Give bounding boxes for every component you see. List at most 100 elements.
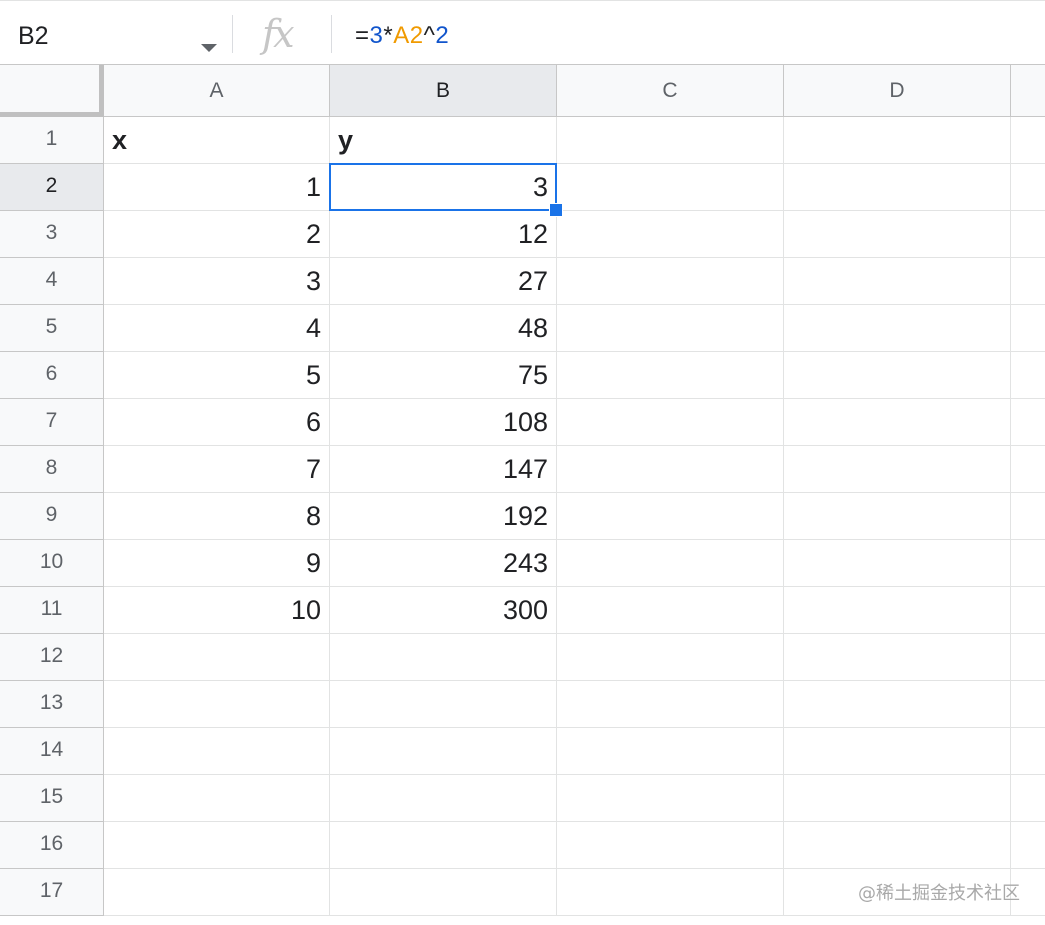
column-header-c[interactable]: C [557, 65, 784, 117]
cell-c11[interactable] [557, 587, 784, 634]
cell-d14[interactable] [784, 728, 1011, 775]
cell-c9[interactable] [557, 493, 784, 540]
cell-a8[interactable]: 7 [104, 446, 330, 493]
cell-b10[interactable]: 243 [330, 540, 557, 587]
cell-e12[interactable] [1011, 634, 1045, 681]
cell-c2[interactable] [557, 164, 784, 211]
cell-e14[interactable] [1011, 728, 1045, 775]
cell-c10[interactable] [557, 540, 784, 587]
cell-a14[interactable] [104, 728, 330, 775]
cell-d5[interactable] [784, 305, 1011, 352]
cell-d11[interactable] [784, 587, 1011, 634]
cell-e13[interactable] [1011, 681, 1045, 728]
cell-b16[interactable] [330, 822, 557, 869]
cell-a7[interactable]: 6 [104, 399, 330, 446]
formula-input[interactable]: =3*A2^2 [355, 22, 449, 50]
row-header-8[interactable]: 8 [0, 446, 104, 493]
row-header-1[interactable]: 1 [0, 117, 104, 164]
cell-e8[interactable] [1011, 446, 1045, 493]
dropdown-arrow-icon[interactable] [201, 44, 217, 52]
cell-e11[interactable] [1011, 587, 1045, 634]
cell-a3[interactable]: 2 [104, 211, 330, 258]
cell-e5[interactable] [1011, 305, 1045, 352]
row-header-17[interactable]: 17 [0, 869, 104, 916]
cell-b14[interactable] [330, 728, 557, 775]
cell-b6[interactable]: 75 [330, 352, 557, 399]
cell-c13[interactable] [557, 681, 784, 728]
cell-b5[interactable]: 48 [330, 305, 557, 352]
cell-c17[interactable] [557, 869, 784, 916]
cell-d16[interactable] [784, 822, 1011, 869]
cell-d7[interactable] [784, 399, 1011, 446]
cell-c14[interactable] [557, 728, 784, 775]
cell-c5[interactable] [557, 305, 784, 352]
column-header-e[interactable] [1011, 65, 1045, 117]
cell-b4[interactable]: 27 [330, 258, 557, 305]
cell-a17[interactable] [104, 869, 330, 916]
row-header-13[interactable]: 13 [0, 681, 104, 728]
cell-e10[interactable] [1011, 540, 1045, 587]
cell-a1[interactable]: x [104, 117, 330, 164]
cell-e9[interactable] [1011, 493, 1045, 540]
cell-b1[interactable]: y [330, 117, 557, 164]
cell-a6[interactable]: 5 [104, 352, 330, 399]
cell-b17[interactable] [330, 869, 557, 916]
cell-d1[interactable] [784, 117, 1011, 164]
row-header-6[interactable]: 6 [0, 352, 104, 399]
row-header-15[interactable]: 15 [0, 775, 104, 822]
cell-c4[interactable] [557, 258, 784, 305]
cell-b11[interactable]: 300 [330, 587, 557, 634]
cell-d12[interactable] [784, 634, 1011, 681]
row-header-11[interactable]: 11 [0, 587, 104, 634]
cell-b3[interactable]: 12 [330, 211, 557, 258]
cell-b8[interactable]: 147 [330, 446, 557, 493]
cell-b7[interactable]: 108 [330, 399, 557, 446]
cell-b2[interactable]: 3 [330, 164, 557, 211]
cell-c12[interactable] [557, 634, 784, 681]
cell-c1[interactable] [557, 117, 784, 164]
cell-e4[interactable] [1011, 258, 1045, 305]
cell-a13[interactable] [104, 681, 330, 728]
row-header-7[interactable]: 7 [0, 399, 104, 446]
column-header-d[interactable]: D [784, 65, 1011, 117]
cell-e2[interactable] [1011, 164, 1045, 211]
cell-a9[interactable]: 8 [104, 493, 330, 540]
cell-c3[interactable] [557, 211, 784, 258]
column-header-a[interactable]: A [104, 65, 330, 117]
cell-b13[interactable] [330, 681, 557, 728]
cell-e6[interactable] [1011, 352, 1045, 399]
cell-e1[interactable] [1011, 117, 1045, 164]
row-header-2[interactable]: 2 [0, 164, 104, 211]
cell-e3[interactable] [1011, 211, 1045, 258]
fill-handle[interactable] [549, 203, 563, 217]
cell-b12[interactable] [330, 634, 557, 681]
row-header-10[interactable]: 10 [0, 540, 104, 587]
cell-a12[interactable] [104, 634, 330, 681]
cell-d6[interactable] [784, 352, 1011, 399]
cell-a5[interactable]: 4 [104, 305, 330, 352]
cell-c16[interactable] [557, 822, 784, 869]
row-header-9[interactable]: 9 [0, 493, 104, 540]
column-header-b[interactable]: B [330, 65, 557, 117]
cell-c15[interactable] [557, 775, 784, 822]
cell-e7[interactable] [1011, 399, 1045, 446]
row-header-4[interactable]: 4 [0, 258, 104, 305]
cell-d4[interactable] [784, 258, 1011, 305]
cell-a2[interactable]: 1 [104, 164, 330, 211]
cell-d8[interactable] [784, 446, 1011, 493]
row-header-3[interactable]: 3 [0, 211, 104, 258]
row-header-5[interactable]: 5 [0, 305, 104, 352]
cell-e16[interactable] [1011, 822, 1045, 869]
cell-d10[interactable] [784, 540, 1011, 587]
cell-a11[interactable]: 10 [104, 587, 330, 634]
cell-d9[interactable] [784, 493, 1011, 540]
name-box[interactable]: B2 [0, 9, 232, 57]
cell-a4[interactable]: 3 [104, 258, 330, 305]
select-all-corner[interactable] [0, 65, 104, 117]
row-header-14[interactable]: 14 [0, 728, 104, 775]
cell-a15[interactable] [104, 775, 330, 822]
cell-e15[interactable] [1011, 775, 1045, 822]
cell-d3[interactable] [784, 211, 1011, 258]
cell-c6[interactable] [557, 352, 784, 399]
cell-b9[interactable]: 192 [330, 493, 557, 540]
